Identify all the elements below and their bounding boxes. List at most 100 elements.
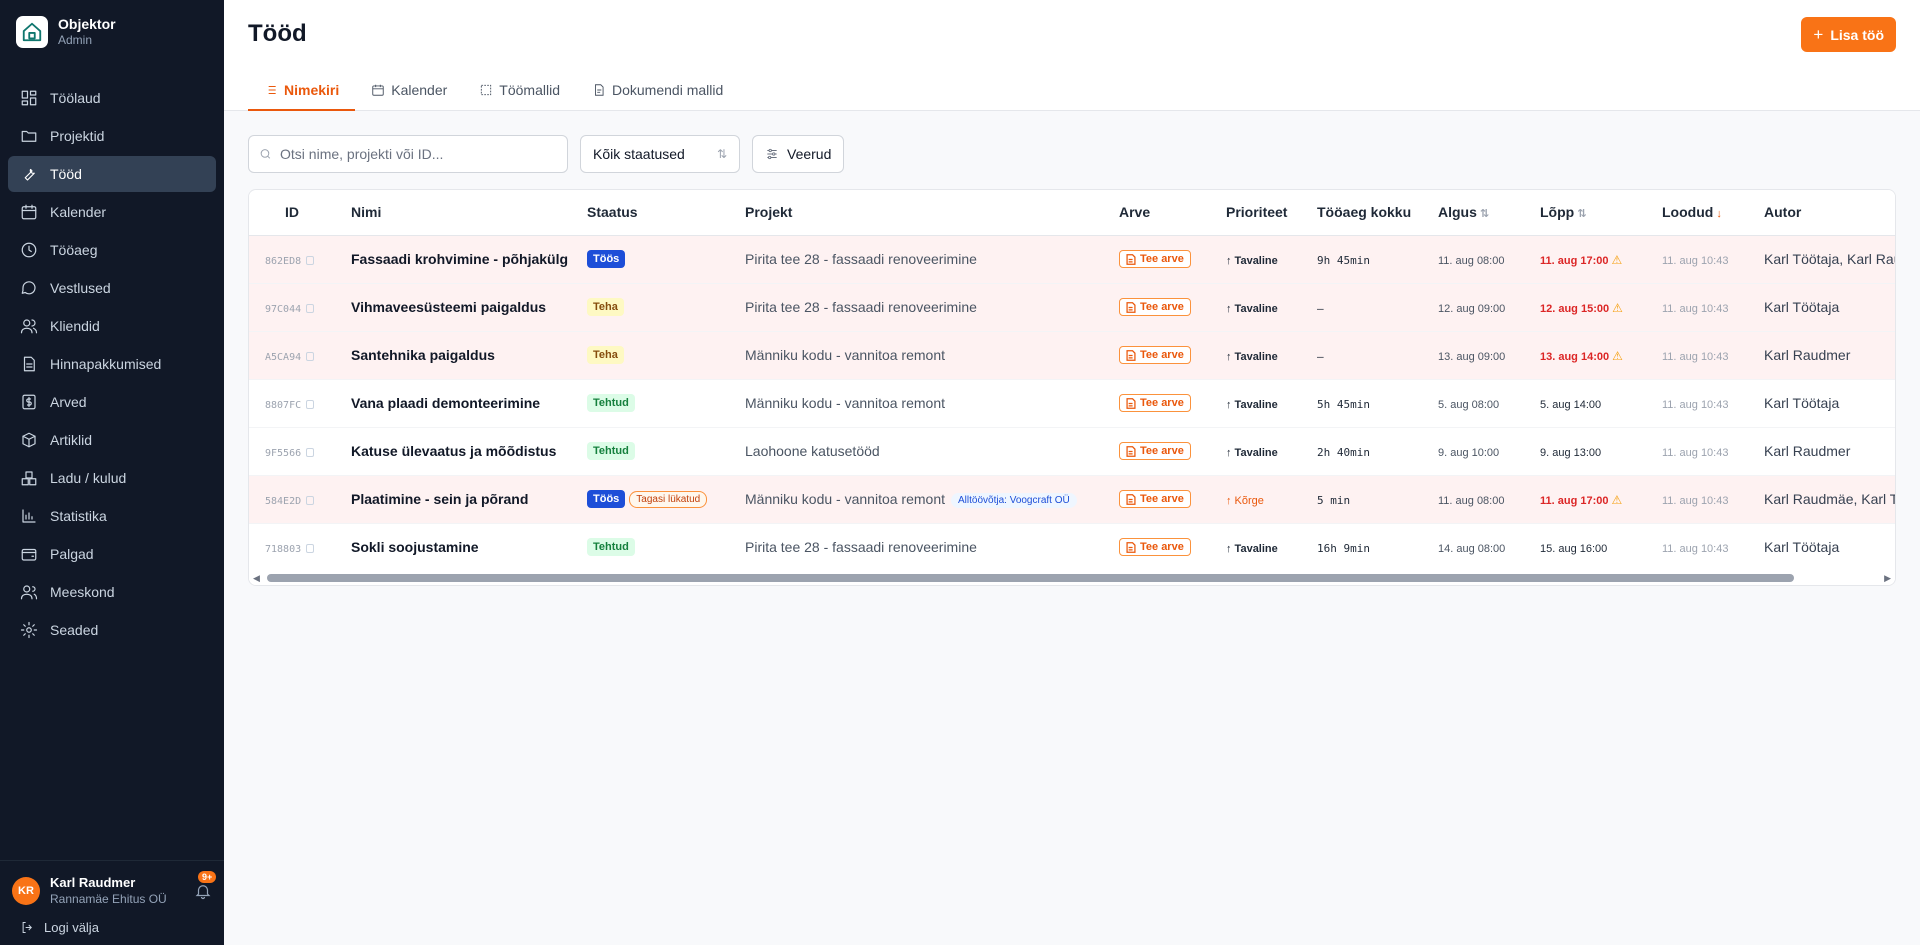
col-id[interactable]: ID (249, 190, 335, 236)
col-priority[interactable]: Prioriteet (1210, 190, 1301, 236)
total-time: 16h 9min (1317, 541, 1370, 555)
copy-icon[interactable] (306, 351, 315, 361)
col-status[interactable]: Staatus (571, 190, 729, 236)
job-name[interactable]: Vana plaadi demonteerimine (351, 395, 540, 411)
col-created[interactable]: Loodud ↓ (1646, 190, 1748, 236)
create-invoice-button[interactable]: Tee arve (1119, 394, 1191, 412)
job-name[interactable]: Plaatimine - sein ja põrand (351, 491, 528, 507)
add-job-button[interactable]: + Lisa töö (1801, 17, 1896, 52)
table-row[interactable]: 9F5566 Katuse ülevaatus ja mõõdistus Tehtu… (249, 427, 1895, 476)
table-row[interactable]: 862ED8 Fassaadi krohvimine - põhjakülg Töö… (249, 235, 1895, 284)
job-id: 718803 (265, 543, 302, 555)
sidebar-item-users[interactable]: Kliendid (8, 308, 216, 344)
job-name[interactable]: Vihmaveesüsteemi paigaldus (351, 299, 546, 315)
table-row[interactable]: A5CA94 Santehnika paigaldus Teha Männiku ko… (249, 331, 1895, 380)
create-invoice-button[interactable]: Tee arve (1119, 250, 1191, 268)
copy-icon[interactable] (306, 447, 315, 457)
sliders-icon (767, 148, 777, 160)
sidebar-item-gear[interactable]: Seaded (8, 612, 216, 648)
tab-template[interactable]: Töömallid (463, 71, 576, 111)
bell-icon[interactable]: 9+ (194, 870, 217, 900)
sidebar-item-clock[interactable]: Tööaeg (8, 232, 216, 268)
template-icon (481, 84, 492, 96)
col-time[interactable]: Tööaeg kokku (1301, 190, 1422, 236)
job-name[interactable]: Fassaadi krohvimine - põhjakülg (351, 251, 568, 267)
status-badge[interactable]: Tehtud (587, 538, 635, 556)
tab-file[interactable]: Dokumendi mallid (576, 71, 739, 111)
horizontal-scrollbar[interactable]: ◀ ▶ (249, 571, 1895, 585)
end-date: 13. aug 14:00 (1540, 350, 1610, 363)
sidebar-item-chat[interactable]: Vestlused (8, 270, 216, 306)
search-box[interactable] (248, 135, 568, 173)
create-invoice-button[interactable]: Tee arve (1119, 346, 1191, 364)
table-row[interactable]: 584E2D Plaatimine - sein ja põrand Töös Tag… (249, 475, 1895, 524)
search-icon (260, 149, 271, 159)
copy-icon[interactable] (306, 399, 315, 409)
copy-icon[interactable] (306, 303, 315, 313)
logout-button[interactable]: Logi välja (12, 920, 212, 935)
project-link[interactable]: Pirita tee 28 - fassaadi renoveerimine (745, 539, 977, 555)
project-link[interactable]: Pirita tee 28 - fassaadi renoveerimine (745, 251, 977, 267)
job-name[interactable]: Sokli soojustamine (351, 539, 479, 555)
col-invoice[interactable]: Arve (1103, 190, 1210, 236)
sidebar-item-chart[interactable]: Statistika (8, 498, 216, 534)
status-badge[interactable]: Tehtud (587, 394, 635, 412)
job-name[interactable]: Santehnika paigaldus (351, 347, 495, 363)
scroll-left-icon[interactable]: ◀ (253, 573, 260, 584)
status-badge[interactable]: Teha (587, 298, 624, 316)
copy-icon[interactable] (306, 495, 315, 505)
col-start[interactable]: Algus ⇅ (1422, 190, 1524, 236)
app-name: Objektor (58, 16, 116, 32)
project-link[interactable]: Männiku kodu - vannitoa remont (745, 395, 945, 411)
table-row[interactable]: 8807FC Vana plaadi demonteerimine Tehtud Mä… (249, 379, 1895, 428)
col-end[interactable]: Lõpp ⇅ (1524, 190, 1646, 236)
search-input[interactable] (280, 146, 557, 162)
create-invoice-button[interactable]: Tee arve (1119, 490, 1191, 508)
sidebar-item-team[interactable]: Meeskond (8, 574, 216, 610)
columns-button[interactable]: Veerud (752, 135, 845, 173)
sidebar-item-document[interactable]: Hinnapakkumised (8, 346, 216, 382)
copy-icon[interactable] (306, 255, 315, 265)
sort-arrows-icon: ⇅ (716, 147, 727, 161)
sidebar-item-dashboard[interactable]: Töölaud (8, 80, 216, 116)
col-author[interactable]: Autor (1748, 190, 1895, 236)
sidebar-item-wallet[interactable]: Palgad (8, 536, 216, 572)
wallet-icon (20, 545, 38, 563)
job-name[interactable]: Katuse ülevaatus ja mõõdistus (351, 443, 556, 459)
sidebar-item-invoice[interactable]: Arved (8, 384, 216, 420)
create-invoice-button[interactable]: Tee arve (1119, 298, 1191, 316)
sidebar-item-calendar[interactable]: Kalender (8, 194, 216, 230)
status-badge[interactable]: Töös (587, 250, 626, 268)
table-row[interactable]: 97C044 Vihmaveesüsteemi paigaldus Teha Piri… (249, 283, 1895, 332)
brand[interactable]: Objektor Admin (0, 0, 224, 64)
tab-list[interactable]: Nimekiri (248, 71, 356, 111)
status-badge[interactable]: Töös (587, 490, 626, 508)
avatar[interactable]: KR (12, 876, 40, 905)
sidebar-item-folder[interactable]: Projektid (8, 118, 216, 154)
project-link[interactable]: Laohoone katusetööd (745, 443, 880, 459)
tab-calendar[interactable]: Kalender (355, 71, 463, 111)
project-link[interactable]: Pirita tee 28 - fassaadi renoveerimine (745, 299, 977, 315)
jobs-table-card: ID Nimi Staatus Projekt Arve Prioriteet … (248, 189, 1896, 586)
table-body: 862ED8 Fassaadi krohvimine - põhjakülg Töö… (249, 235, 1895, 572)
sidebar-item-box[interactable]: Artiklid (8, 422, 216, 458)
copy-icon[interactable] (306, 543, 315, 553)
create-invoice-button[interactable]: Tee arve (1119, 442, 1191, 460)
scrollbar-thumb[interactable] (267, 574, 1794, 582)
table-row[interactable]: 718803 Sokli soojustamine Tehtud Pirita tee… (249, 523, 1895, 572)
scroll-right-icon[interactable]: ▶ (1884, 573, 1891, 584)
sidebar-item-boxes[interactable]: Ladu / kulud (8, 460, 216, 496)
job-id: 862ED8 (265, 255, 302, 267)
status-badge[interactable]: Teha (587, 346, 624, 364)
status-badge[interactable]: Tehtud (587, 442, 635, 460)
project-link[interactable]: Männiku kodu - vannitoa remont (745, 347, 945, 363)
priority: ↑ Tavaline (1226, 350, 1278, 363)
create-invoice-button[interactable]: Tee arve (1119, 538, 1191, 556)
sidebar-item-wrench[interactable]: Tööd (8, 156, 216, 192)
end-date: 12. aug 15:00 (1540, 302, 1610, 315)
status-filter-select[interactable]: Kõik staatused ⇅ (580, 135, 740, 173)
col-project[interactable]: Projekt (729, 190, 1103, 236)
col-name[interactable]: Nimi (335, 190, 571, 236)
created-date: 11. aug 10:43 (1662, 542, 1729, 555)
project-link[interactable]: Männiku kodu - vannitoa remont (745, 491, 945, 507)
